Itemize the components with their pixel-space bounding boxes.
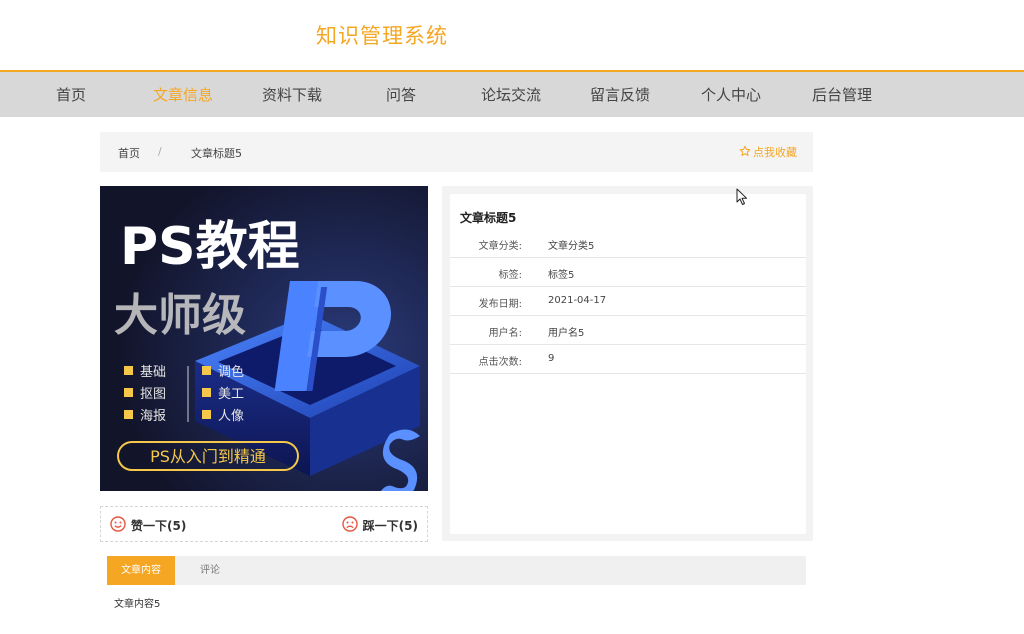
info-label: 用户名: (489, 324, 522, 339)
info-row-date: 发布日期: 2021-04-17 (450, 287, 806, 316)
cover-cta: PS从入门到精通 (150, 447, 266, 466)
like-label: 赞一下(5) (131, 517, 186, 534)
info-label: 点击次数: (479, 353, 522, 368)
vote-bar: 赞一下(5) 踩一下(5) (100, 506, 428, 542)
smile-icon (110, 516, 126, 535)
info-row-tag: 标签: 标签5 (450, 258, 806, 287)
nav-item-profile[interactable]: 个人中心 (701, 84, 761, 105)
breadcrumb-separator: / (158, 145, 162, 158)
nav-item-home[interactable]: 首页 (56, 84, 86, 105)
info-value: 文章分类5 (548, 237, 594, 252)
info-row-category: 文章分类: 文章分类5 (450, 229, 806, 258)
info-value: 用户名5 (548, 324, 584, 339)
article-info-panel: 文章标题5 文章分类: 文章分类5 标签: 标签5 发布日期: 2021-04-… (442, 186, 813, 541)
cover-title: PS教程 (120, 217, 300, 277)
info-label: 发布日期: (479, 295, 522, 310)
main-nav: 首页 文章信息 资料下载 问答 论坛交流 留言反馈 个人中心 后台管理 (0, 70, 1024, 117)
cover-subtitle: 大师级 (114, 290, 246, 341)
info-label: 文章分类: (479, 237, 522, 252)
article-content: 文章内容5 (114, 595, 160, 610)
nav-item-forum[interactable]: 论坛交流 (481, 84, 541, 105)
frown-icon (342, 516, 358, 535)
dislike-button[interactable]: 踩一下(5) (342, 516, 418, 535)
breadcrumb-current: 文章标题5 (191, 145, 242, 161)
cover-feature: 基础 (140, 365, 166, 380)
breadcrumb-home-link[interactable]: 首页 (118, 145, 140, 161)
content-tabs: 文章内容 评论 (107, 556, 806, 585)
info-value: 9 (548, 353, 554, 364)
info-value: 标签5 (548, 266, 574, 281)
cover-feature: 海报 (140, 409, 166, 424)
info-row-views: 点击次数: 9 (450, 345, 806, 374)
site-header: 知识管理系统 (0, 0, 1024, 70)
star-outline-icon (739, 145, 751, 160)
info-value: 2021-04-17 (548, 295, 606, 306)
info-label: 标签: (499, 266, 522, 281)
article-cover-image: PS教程 大师级 基础 抠图 海报 调色 美工 人像 PS从入门到精通 (100, 186, 428, 491)
tab-article-content[interactable]: 文章内容 (107, 556, 175, 585)
nav-item-admin[interactable]: 后台管理 (812, 84, 872, 105)
favorite-button[interactable]: 点我收藏 (739, 144, 797, 160)
mouse-cursor-icon (736, 188, 748, 210)
cover-feature: 调色 (218, 364, 244, 380)
nav-item-articles[interactable]: 文章信息 (153, 84, 213, 105)
site-title: 知识管理系统 (316, 20, 448, 50)
favorite-label: 点我收藏 (753, 144, 797, 160)
tab-comments[interactable]: 评论 (175, 556, 245, 585)
breadcrumb: 首页 / 文章标题5 点我收藏 (100, 132, 813, 172)
info-row-username: 用户名: 用户名5 (450, 316, 806, 345)
cover-feature: 抠图 (140, 387, 166, 402)
article-title: 文章标题5 (460, 209, 516, 226)
nav-item-qa[interactable]: 问答 (386, 84, 416, 105)
cover-feature: 美工 (218, 387, 244, 402)
dislike-label: 踩一下(5) (363, 517, 418, 534)
article-info-card: 文章标题5 文章分类: 文章分类5 标签: 标签5 发布日期: 2021-04-… (450, 194, 806, 534)
like-button[interactable]: 赞一下(5) (110, 516, 186, 535)
cover-feature: 人像 (218, 409, 244, 424)
nav-item-feedback[interactable]: 留言反馈 (590, 84, 650, 105)
nav-item-downloads[interactable]: 资料下载 (262, 84, 322, 105)
